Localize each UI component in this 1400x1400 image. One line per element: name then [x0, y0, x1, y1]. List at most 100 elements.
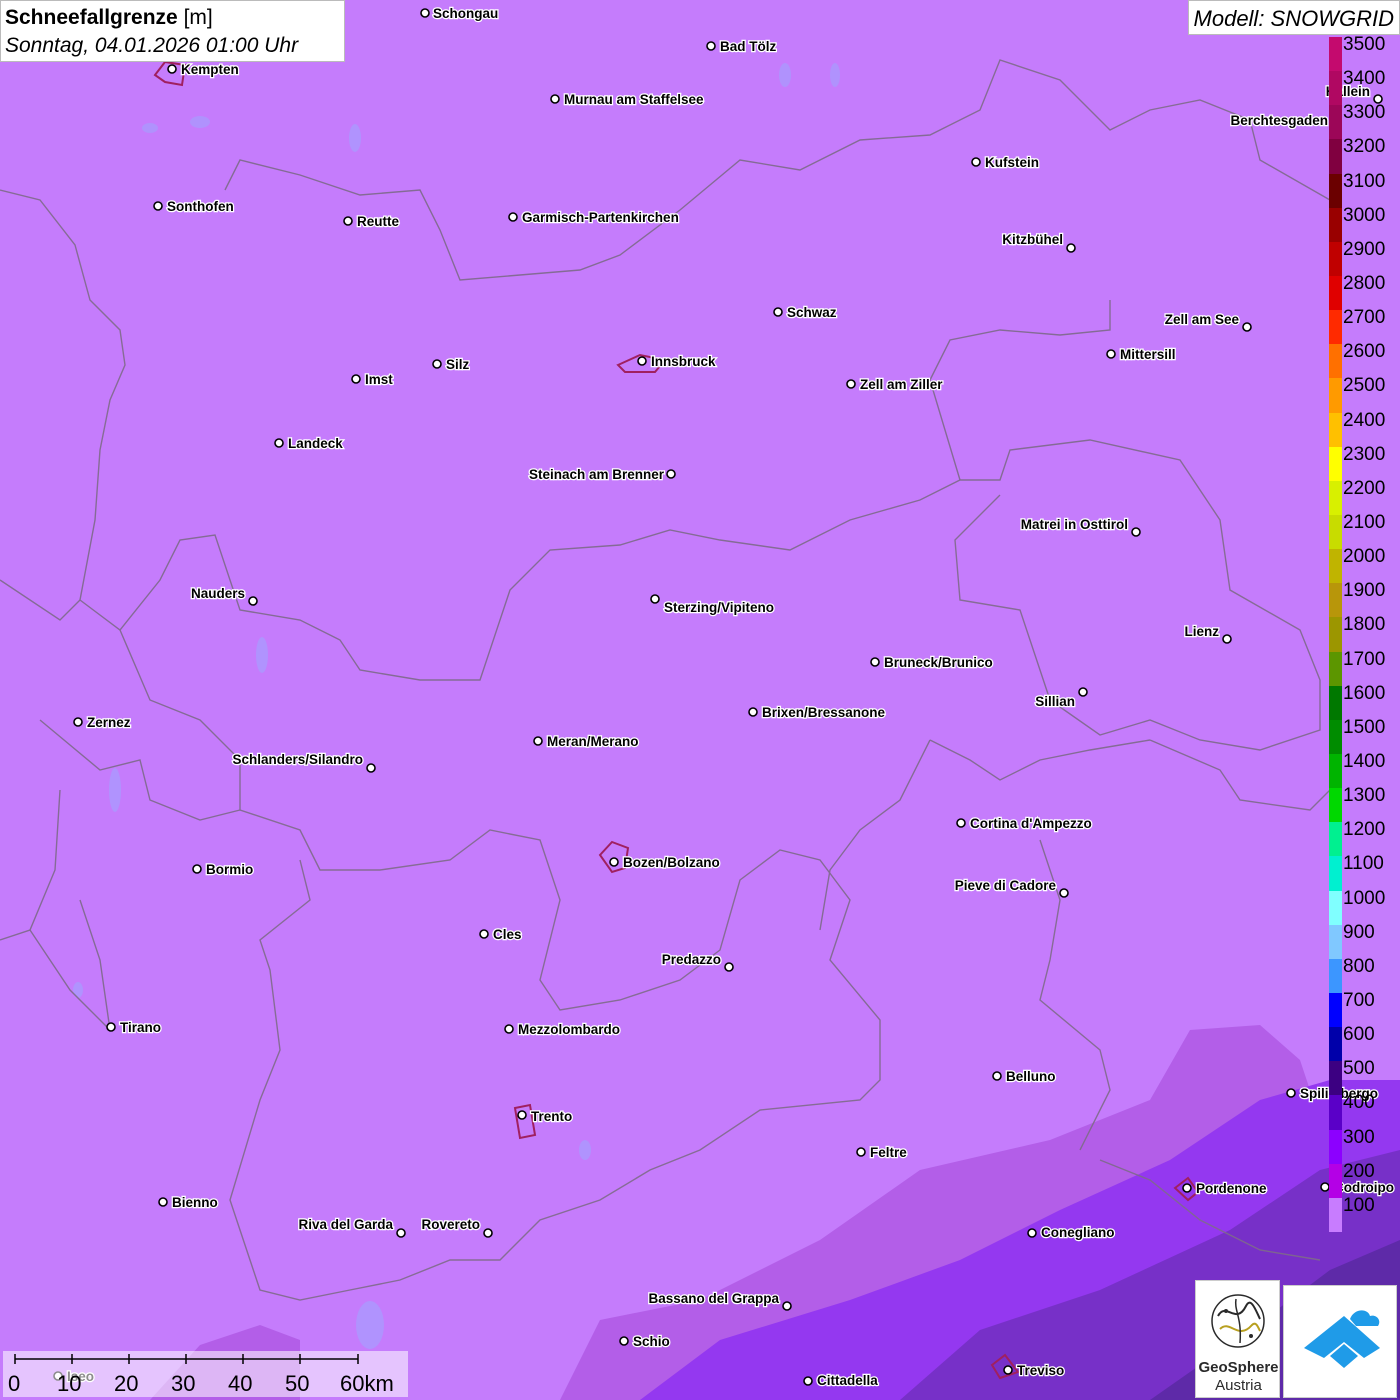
legend-label: 1500: [1343, 716, 1386, 738]
city-dot-icon: [73, 717, 83, 727]
geosphere-country: Austria: [1215, 1377, 1262, 1394]
city-dot-icon: [1242, 322, 1252, 332]
title-bold: Schneefallgrenze: [5, 6, 178, 29]
title-unit: [m]: [183, 6, 213, 29]
city-dot-icon: [666, 469, 676, 479]
city-dot-icon: [432, 359, 442, 369]
legend-label: 3200: [1343, 136, 1386, 158]
legend-label: 1600: [1343, 682, 1386, 704]
legend-label: 800: [1343, 955, 1375, 977]
geosphere-emblem-icon: [1211, 1294, 1265, 1348]
legend-swatch: [1329, 241, 1342, 277]
geosphere-name: GeoSphere: [1198, 1359, 1279, 1376]
city-label: Schongau: [433, 6, 498, 21]
city-marker[interactable]: Conegliano: [1027, 1224, 1116, 1241]
legend-swatch: [1329, 1027, 1342, 1062]
legend-label: 2900: [1343, 238, 1386, 260]
legend-label: 100: [1343, 1194, 1375, 1216]
legend-swatch: [1329, 890, 1342, 926]
city-marker[interactable]: Zell am Ziller: [846, 376, 945, 393]
city-dot-icon: [1003, 1365, 1013, 1375]
city-marker[interactable]: Brixen/Bressanone: [748, 704, 887, 721]
city-marker[interactable]: Bruneck/Brunico: [870, 654, 994, 671]
city-marker[interactable]: Bozen/Bolzano: [609, 854, 721, 871]
city-dot-icon: [650, 594, 660, 604]
legend-label: 1100: [1343, 853, 1384, 875]
partner-logo[interactable]: [1283, 1285, 1397, 1398]
city-dot-icon: [106, 1022, 116, 1032]
scale-tick-label: 50: [285, 1371, 310, 1396]
city-label: Matrei in Osttirol: [1021, 517, 1128, 532]
city-label: Bormio: [206, 862, 253, 877]
city-marker[interactable]: Schongau: [420, 5, 500, 22]
city-marker[interactable]: Murnau am Staffelsee: [550, 91, 705, 108]
legend-swatch: [1329, 515, 1342, 550]
legend-swatch: [1329, 412, 1342, 448]
legend-swatch: [1329, 719, 1342, 755]
city-marker[interactable]: Cortina d'Ampezzo: [956, 815, 1093, 832]
city-label: Bienno: [172, 1195, 218, 1210]
city-label: Landeck: [288, 436, 343, 451]
city-marker[interactable]: Garmisch-Partenkirchen: [508, 209, 680, 226]
city-label: Zell am Ziller: [860, 377, 943, 392]
city-label: Sonthofen: [167, 199, 234, 214]
legend-label: 2600: [1343, 341, 1386, 363]
city-marker[interactable]: Steinach am Brenner: [528, 466, 676, 483]
city-dot-icon: [1320, 1182, 1330, 1192]
scale-tick-label: 0: [8, 1371, 21, 1396]
city-dot-icon: [1066, 243, 1076, 253]
city-dot-icon: [483, 1228, 493, 1238]
legend-swatch: [1329, 1095, 1342, 1131]
city-label: Innsbruck: [651, 354, 716, 369]
map-title: Schneefallgrenze [m]: [5, 4, 340, 32]
city-marker[interactable]: Pordenone: [1182, 1180, 1268, 1197]
city-dot-icon: [856, 1147, 866, 1157]
scale-tick-label: 10: [57, 1371, 82, 1396]
legend-swatch: [1329, 480, 1342, 516]
legend-swatch: [1329, 856, 1342, 892]
scale-tick-label: 30: [171, 1371, 196, 1396]
city-label: Trento: [531, 1109, 572, 1124]
city-label: Sillian: [1035, 694, 1075, 709]
city-dot-icon: [773, 307, 783, 317]
city-label: Riva del Garda: [298, 1217, 393, 1232]
city-dot-icon: [748, 707, 758, 717]
legend-swatch: [1329, 617, 1342, 653]
city-label: Cortina d'Ampezzo: [970, 816, 1092, 831]
legend-swatch: [1329, 1061, 1342, 1096]
legend-label: 3500: [1343, 34, 1386, 55]
city-label: Codroipo: [1334, 1180, 1394, 1195]
city-label: Garmisch-Partenkirchen: [522, 210, 679, 225]
city-dot-icon: [870, 657, 880, 667]
legend-label: 1700: [1343, 648, 1386, 670]
city-label: Berchtesgaden: [1230, 113, 1328, 128]
map-title-box: Schneefallgrenze [m] Sonntag, 04.01.2026…: [0, 0, 345, 62]
city-label: Cittadella: [817, 1373, 878, 1388]
city-label: Feltre: [870, 1145, 907, 1160]
legend-swatch: [1329, 754, 1342, 789]
city-label: Reutte: [357, 214, 399, 229]
city-marker[interactable]: Mezzolombardo: [504, 1021, 621, 1038]
legend-label: 3300: [1343, 102, 1386, 124]
legend-label: 2200: [1343, 477, 1386, 499]
city-label: Schio: [633, 1334, 670, 1349]
city-label: Kempten: [181, 62, 239, 77]
city-dot-icon: [192, 864, 202, 874]
city-label: Mezzolombardo: [518, 1022, 620, 1037]
city-dot-icon: [351, 374, 361, 384]
city-label: Cles: [493, 927, 522, 942]
legend-label: 2400: [1343, 409, 1386, 431]
city-label: Lienz: [1184, 624, 1219, 639]
legend-label: 500: [1343, 1058, 1375, 1080]
legend-label: 200: [1343, 1160, 1375, 1182]
city-dot-icon: [1106, 349, 1116, 359]
city-label: Pordenone: [1196, 1181, 1267, 1196]
snowfall-limit-map[interactable]: Schongau Bad Tölz Kempten Murnau am Staffel…: [0, 0, 1400, 1400]
legend-label: 2700: [1343, 307, 1386, 329]
city-marker[interactable]: Berchtesgaden: [1229, 112, 1340, 129]
city-marker[interactable]: Meran/Merano: [533, 733, 640, 750]
city-label: Brixen/Bressanone: [762, 705, 886, 720]
geosphere-logo[interactable]: GeoSphere Austria: [1195, 1280, 1280, 1398]
legend-label: 2500: [1343, 375, 1386, 397]
legend-swatch: [1329, 276, 1342, 311]
